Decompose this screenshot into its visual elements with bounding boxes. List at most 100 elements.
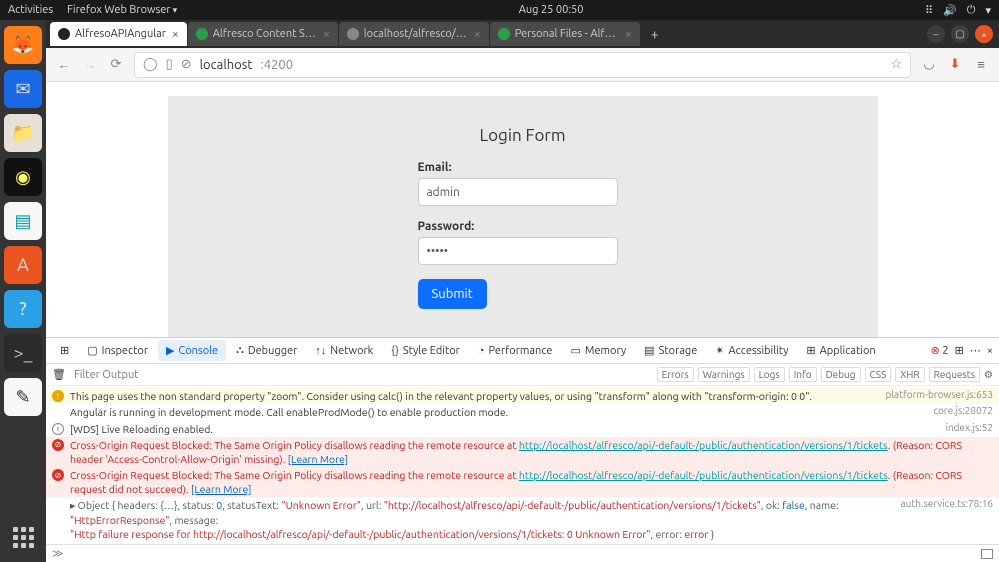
network-icon[interactable]: ⠿ [925,4,933,17]
console-log-info[interactable]: Angular is running in development mode. … [46,404,999,420]
console-input-row[interactable]: ≫ [46,544,999,562]
dt-tab-application[interactable]: ⊞ Application [798,340,883,361]
shield-icon[interactable]: ◯ [143,57,158,72]
tab-3[interactable]: Personal Files - Alfresco × [490,22,640,46]
learn-more-link[interactable]: [Learn More] [288,453,348,465]
devtools-picker-icon[interactable]: ⊞ [52,340,77,361]
url-toolbar: ← → ⟳ ◯ ▯ ⊘ localhost:4200 ☆ ◡ ⬇ ≡ [46,48,999,82]
cat-errors[interactable]: Errors [657,367,694,382]
email-input[interactable] [418,178,618,206]
tab-close-icon[interactable]: × [625,28,632,41]
console-log-error[interactable]: ⊘ Cross-Origin Request Blocked: The Same… [46,467,999,497]
devtools-tabs: ⊞ ▢ Inspector ▶ Console ⛬ Debugger ↑↓ Ne… [46,338,999,364]
nav-forward-icon[interactable]: → [82,57,98,72]
dt-tab-inspector[interactable]: ▢ Inspector [79,340,156,361]
dock-rhythmbox[interactable]: ◉ [4,158,42,196]
nav-back-icon[interactable]: ← [56,57,72,72]
dt-tab-performance[interactable]: ◔ Performance [470,341,561,361]
console-prompt-icon: ≫ [52,547,64,560]
volume-icon[interactable]: 🔊 [943,4,957,17]
dt-tab-style-editor[interactable]: {} Style Editor [383,341,468,361]
bookmark-icon[interactable]: ☆ [890,57,902,72]
console-settings-icon[interactable]: ⚙ [984,369,993,381]
cat-xhr[interactable]: XHR [895,367,924,382]
cat-css[interactable]: CSS [865,367,892,382]
cat-debug[interactable]: Debug [821,367,861,382]
console-log-warn[interactable]: ! This page uses the non standard proper… [46,388,999,404]
tab-label: Personal Files - Alfresco [515,28,619,40]
dt-tab-accessibility[interactable]: ✴ Accessibility [707,340,796,361]
dt-tab-network[interactable]: ↑↓ Network [307,341,381,361]
perm-icon[interactable]: ▯ [166,57,173,72]
pocket-icon[interactable]: ◡ [921,57,937,72]
dt-tab-console[interactable]: ▶ Console [158,340,226,361]
tab-close-icon[interactable]: × [323,28,330,41]
login-card: Login Form Email: Password: Submit [168,96,878,337]
chevron-down-icon[interactable]: ▾ [985,4,991,17]
console-log-info[interactable]: i [WDS] Live Reloading enabled. index.js… [46,421,999,437]
tab-close-icon[interactable]: × [172,28,179,41]
devtools-close-icon[interactable]: × [987,345,993,357]
window-maximize[interactable]: ▢ [951,25,969,43]
app-menu[interactable]: Firefox Web Browser [67,4,177,16]
cat-warnings[interactable]: Warnings [698,367,750,382]
tab-2[interactable]: localhost/alfresco/api/-def... × [339,22,489,46]
page-viewport: Login Form Email: Password: Submit [46,82,999,337]
tab-1[interactable]: Alfresco Content Service × [188,22,338,46]
console-body[interactable]: ! This page uses the non standard proper… [46,386,999,544]
console-trash-icon[interactable]: 🗑 [52,368,66,381]
cat-logs[interactable]: Logs [754,367,785,382]
log-source[interactable]: index.js:52 [935,422,993,433]
clock[interactable]: Aug 25 00:50 [177,4,925,16]
dock-firefox[interactable]: 🦊 [4,26,42,64]
dock-libreoffice[interactable]: ▤ [4,202,42,240]
activities-button[interactable]: Activities [8,4,53,16]
firefox-window: AlfresoAPIAngular × Alfresco Content Ser… [46,20,999,562]
learn-more-link[interactable]: [Learn More] [191,483,251,495]
log-source[interactable]: auth.service.ts:78:16 [891,498,993,509]
url-host: localhost [200,58,253,72]
log-source[interactable]: core.js:28072 [923,405,993,416]
window-close[interactable]: × [975,25,993,43]
console-filter-row: 🗑 Errors Warnings Logs Info Debug CSS XH… [46,364,999,386]
tab-0[interactable]: AlfresoAPIAngular × [50,22,187,46]
console-split-icon[interactable] [981,549,993,559]
console-log-object[interactable]: ▸ Object { headers: {…}, status: 0, stat… [46,497,999,542]
dt-tab-storage[interactable]: ▤ Storage [636,340,705,361]
dock-apps-grid[interactable] [4,518,42,556]
log-source[interactable]: platform-browser.js:653 [875,389,993,400]
tab-label: localhost/alfresco/api/-def... [364,28,468,40]
console-filter-input[interactable] [74,369,374,381]
dock-files[interactable]: 📁 [4,114,42,152]
dock-terminal[interactable]: >_ [4,334,42,372]
devtools-error-badge[interactable]: ⊗ 2 [931,344,949,357]
favicon [196,28,208,40]
info-icon: i [52,423,64,435]
download-icon[interactable]: ⬇ [947,57,963,72]
submit-button[interactable]: Submit [418,279,487,309]
dock-software[interactable]: A [4,246,42,284]
devtools-responsive-icon[interactable]: ⊞ [955,344,964,357]
dock-help[interactable]: ? [4,290,42,328]
hamburger-icon[interactable]: ≡ [973,57,989,72]
warn-icon: ! [52,390,64,402]
system-tray[interactable]: ⠿ 🔊 ⏻ ▾ [925,4,991,17]
dt-tab-debugger[interactable]: ⛬ Debugger [228,340,305,361]
email-label: Email: [418,161,628,174]
console-log-error[interactable]: ⊘ Cross-Origin Request Blocked: The Same… [46,437,999,467]
dt-tab-memory[interactable]: ▭ Memory [562,340,634,361]
dock-text-editor[interactable]: ✎ [4,378,42,416]
password-label: Password: [418,220,628,233]
cat-info[interactable]: Info [789,367,817,382]
cat-requests[interactable]: Requests [929,367,980,382]
password-input[interactable] [418,237,618,265]
address-bar[interactable]: ◯ ▯ ⊘ localhost:4200 ☆ [134,52,911,78]
new-tab-button[interactable]: + [641,26,669,42]
lock-icon[interactable]: ⊘ [181,57,192,72]
devtools-kebab-icon[interactable]: ⋯ [970,344,981,357]
tab-close-icon[interactable]: × [474,28,481,41]
window-minimize[interactable]: – [927,25,945,43]
dock-thunderbird[interactable]: ✉ [4,70,42,108]
power-icon[interactable]: ⏻ [967,4,976,17]
nav-reload-icon[interactable]: ⟳ [108,57,124,72]
